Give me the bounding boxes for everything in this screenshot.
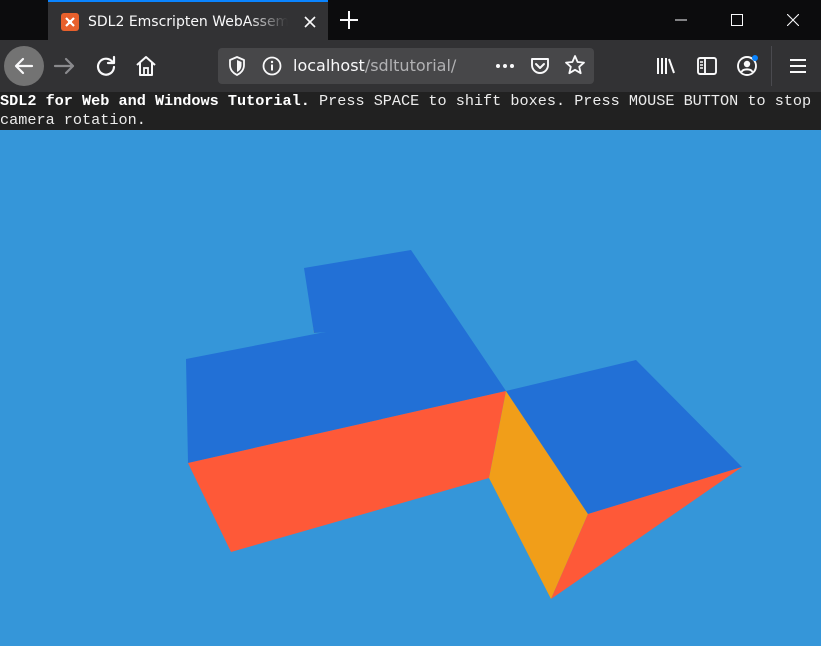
shield-icon[interactable]	[226, 55, 248, 77]
toolbar-divider	[771, 46, 772, 86]
navigation-toolbar: localhost/sdltutorial/	[0, 40, 821, 92]
more-actions-icon[interactable]	[493, 55, 517, 77]
url-text[interactable]: localhost/sdltutorial/	[293, 56, 456, 76]
url-host: localhost	[293, 56, 365, 75]
url-bar[interactable]: localhost/sdltutorial/	[218, 48, 594, 84]
tab-strip: SDL2 Emscripten WebAssembly Tutorial	[0, 0, 821, 40]
menu-icon[interactable]	[786, 54, 810, 78]
back-arrow-icon	[14, 57, 34, 75]
info-text-bar: SDL2 for Web and Windows Tutorial. Press…	[0, 92, 821, 130]
home-icon[interactable]	[132, 52, 160, 80]
browser-window: SDL2 Emscripten WebAssembly Tutorial	[0, 0, 821, 646]
page-content: SDL2 for Web and Windows Tutorial. Press…	[0, 92, 821, 646]
minimize-icon[interactable]	[653, 0, 709, 40]
close-icon[interactable]	[765, 0, 821, 40]
forward-arrow-icon[interactable]	[51, 52, 79, 80]
library-icon[interactable]	[655, 54, 679, 78]
info-title: SDL2 for Web and Windows Tutorial.	[0, 92, 310, 110]
sidebar-icon[interactable]	[695, 54, 719, 78]
active-tab[interactable]: SDL2 Emscripten WebAssembly Tutorial	[48, 0, 328, 40]
back-button[interactable]	[4, 46, 44, 86]
tab-close-icon[interactable]	[302, 14, 318, 30]
reload-icon[interactable]	[92, 52, 120, 80]
maximize-icon[interactable]	[709, 0, 765, 40]
pocket-icon[interactable]	[529, 55, 551, 77]
webgl-canvas[interactable]	[0, 130, 821, 646]
xampp-icon	[61, 13, 79, 31]
new-tab-plus-icon[interactable]	[337, 8, 361, 32]
url-path: /sdltutorial/	[364, 56, 457, 75]
bookmark-star-icon[interactable]	[564, 54, 586, 76]
tab-title: SDL2 Emscripten WebAssembly Tutorial	[88, 14, 288, 30]
info-icon[interactable]	[261, 55, 283, 77]
account-icon[interactable]	[735, 54, 759, 78]
